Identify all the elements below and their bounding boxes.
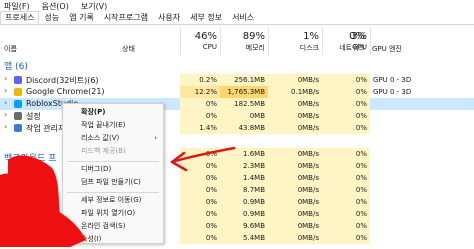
censor-scribble: [0, 155, 86, 247]
